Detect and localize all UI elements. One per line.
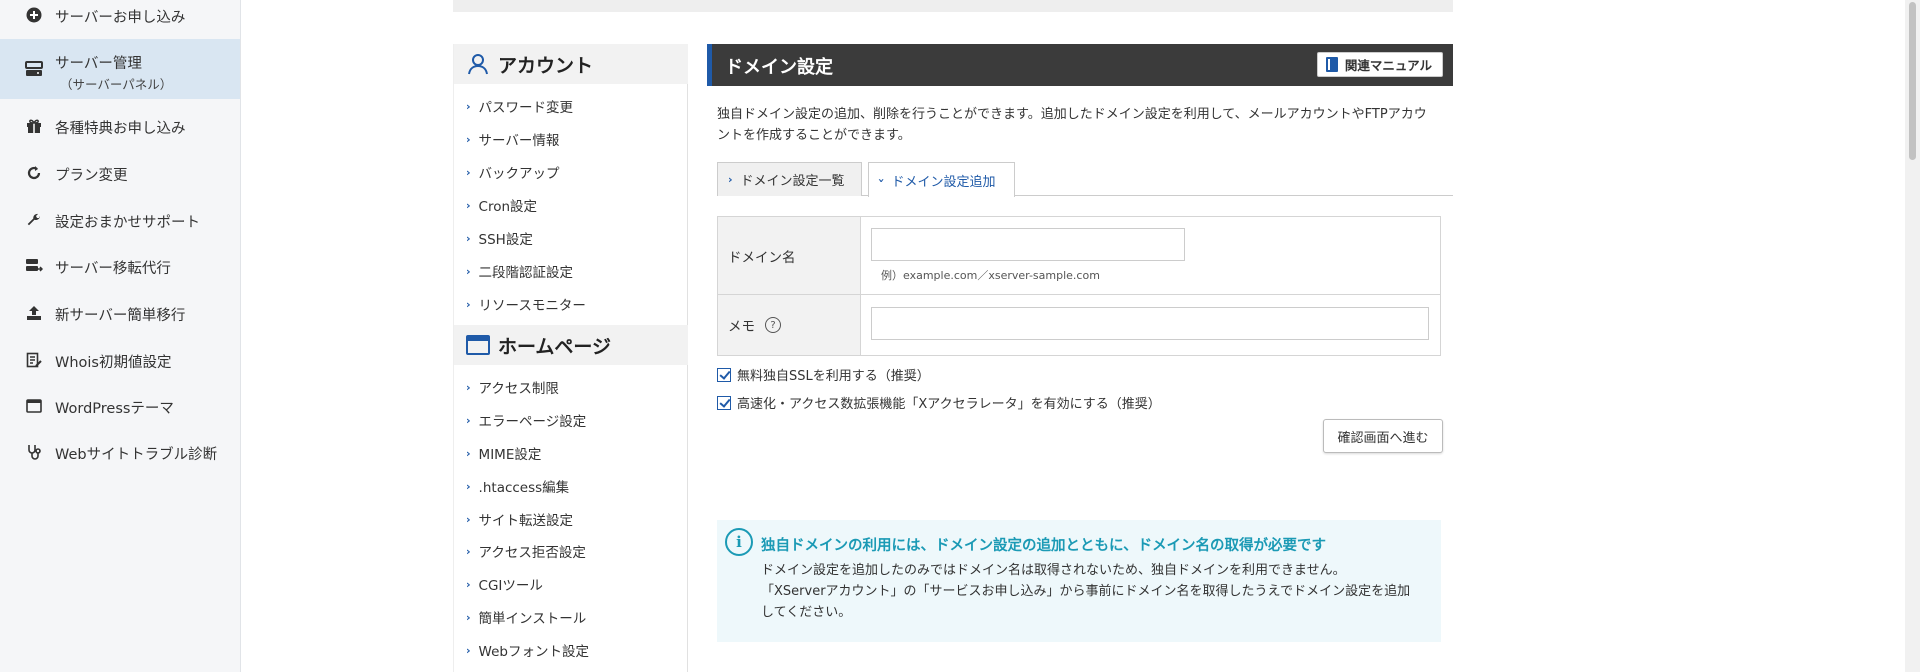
domain-add-form: ドメイン名 例）example.com／xserver-sample.com メ…	[717, 216, 1441, 356]
tab-domain-list[interactable]: › ドメイン設定一覧	[717, 162, 862, 196]
nav-item-whois[interactable]: Whois初期値設定	[0, 348, 240, 372]
nav-item-server-management[interactable]: サーバー管理 （サーバーパネル）	[0, 39, 240, 99]
server-icon	[25, 60, 43, 78]
memo-input[interactable]	[871, 307, 1429, 340]
tab-domain-add[interactable]: › ドメイン設定追加	[868, 162, 1015, 197]
page-scrollbar[interactable]	[1905, 0, 1920, 672]
menu-link-access-restriction[interactable]: › アクセス制限	[466, 377, 559, 398]
left-navigation: サーバーお申し込み サーバー管理 （サーバーパネル） 各種特典お申し込み プラン…	[0, 0, 241, 672]
menu-link-cron[interactable]: › Cron設定	[466, 195, 537, 216]
nav-label: サーバー移転代行	[55, 261, 171, 277]
menu-link-site-redirect[interactable]: › サイト転送設定	[466, 509, 573, 530]
related-manual-label: 関連マニュアル	[1344, 58, 1432, 73]
intro-line: 独自ドメイン設定の追加、削除を行うことができます。追加したドメイン設定を利用して…	[717, 107, 1427, 122]
nav-label: Whois初期値設定	[55, 355, 172, 371]
notice-line: してください。	[761, 605, 852, 620]
domain-example: 例）example.com／xserver-sample.com	[881, 269, 1100, 282]
menu-link-web-font[interactable]: › Webフォント設定	[466, 640, 589, 661]
form-row-domain: ドメイン名 例）example.com／xserver-sample.com	[718, 217, 1440, 295]
menu-link-mime[interactable]: › MIME設定	[466, 443, 541, 464]
stethoscope-icon	[25, 443, 43, 461]
section-header-homepage: ホームページ	[454, 325, 688, 365]
plus-circle-icon	[25, 6, 43, 24]
memo-label: メモ	[728, 319, 755, 335]
browser-window-icon	[466, 333, 490, 357]
accelerator-checkbox-label: 高速化・アクセス数拡張機能「Xアクセラレータ」を有効にする（推奨）	[737, 397, 1161, 412]
menu-link-easy-install[interactable]: › 簡単インストール	[466, 607, 586, 628]
nav-label: Webサイトトラブル診断	[55, 447, 218, 463]
domain-input[interactable]	[871, 228, 1185, 261]
nav-item-wordpress-theme[interactable]: WordPressテーマ	[0, 394, 240, 418]
domain-label: ドメイン名	[718, 217, 861, 294]
notice-body: ドメイン設定を追加したのみではドメイン名は取得されないため、独自ドメインを利用で…	[761, 560, 1433, 623]
nav-item-benefits[interactable]: 各種特典お申し込み	[0, 114, 240, 138]
nav-item-server-transfer[interactable]: サーバー移転代行	[0, 254, 240, 278]
domain-notice-box: i 独自ドメインの利用には、ドメイン設定の追加とともに、ドメイン名の取得が必要で…	[717, 520, 1441, 642]
page-title-bar: ドメイン設定 関連マニュアル	[707, 44, 1453, 86]
nav-item-plan-change[interactable]: プラン変更	[0, 161, 240, 185]
related-manual-button[interactable]: 関連マニュアル	[1316, 52, 1443, 77]
section-title: ホームページ	[498, 335, 612, 358]
intro-line: ントを作成することができます。	[717, 128, 911, 143]
help-icon[interactable]: ?	[765, 317, 781, 333]
upload-icon	[25, 304, 43, 322]
notice-line: ドメイン設定を追加したのみではドメイン名は取得されないため、独自ドメインを利用で…	[761, 563, 1346, 578]
accelerator-checkbox[interactable]	[717, 395, 731, 410]
menu-link-cgi-tools[interactable]: › CGIツール	[466, 574, 543, 595]
nav-label: 各種特典お申し込み	[55, 121, 186, 137]
nav-item-server-apply[interactable]: サーバーお申し込み	[0, 0, 240, 30]
page-title: ドメイン設定	[725, 57, 833, 78]
section-title: アカウント	[498, 54, 594, 77]
refresh-icon	[25, 164, 43, 182]
book-icon	[1325, 57, 1338, 72]
section-header-account: アカウント	[454, 44, 688, 84]
form-row-memo: メモ ?	[718, 295, 1440, 355]
menu-link-server-info[interactable]: › サーバー情報	[466, 129, 559, 150]
chevron-down-icon: ›	[874, 177, 888, 183]
menu-link-resource-monitor[interactable]: › リソースモニター	[466, 294, 586, 315]
menu-link-password[interactable]: › パスワード変更	[466, 96, 573, 117]
browser-window-icon	[25, 397, 43, 415]
nav-item-setup-support[interactable]: 設定おまかせサポート	[0, 208, 240, 232]
ssl-checkbox-label: 無料独自SSLを利用する（推奨）	[737, 369, 930, 384]
menu-link-2fa[interactable]: › 二段階認証設定	[466, 261, 573, 282]
notice-line: 「XServerアカウント」の「サービスお申し込み」から事前にドメイン名を取得し…	[761, 584, 1411, 599]
chevron-right-icon: ›	[728, 173, 733, 186]
menu-link-error-page[interactable]: › エラーページ設定	[466, 410, 586, 431]
nav-label: サーバー管理	[55, 56, 142, 72]
ssl-checkbox-row[interactable]: 無料独自SSLを利用する（推奨）	[717, 365, 930, 384]
intro-text: 独自ドメイン設定の追加、削除を行うことができます。追加したドメイン設定を利用して…	[717, 104, 1447, 146]
menu-link-backup[interactable]: › バックアップ	[466, 162, 560, 183]
nav-label: 新サーバー簡単移行	[55, 308, 186, 324]
memo-label-cell: メモ ?	[718, 295, 861, 355]
notice-title: 独自ドメインの利用には、ドメイン設定の追加とともに、ドメイン名の取得が必要です	[761, 538, 1327, 554]
nav-label: WordPressテーマ	[55, 401, 174, 417]
nav-label: サーバーお申し込み	[55, 10, 186, 26]
ssl-checkbox[interactable]	[717, 367, 731, 382]
nav-item-easy-migration[interactable]: 新サーバー簡単移行	[0, 301, 240, 325]
menu-link-ssh[interactable]: › SSH設定	[466, 228, 533, 249]
nav-label: プラン変更	[55, 168, 128, 184]
nav-item-site-diagnosis[interactable]: Webサイトトラブル診断	[0, 440, 240, 464]
menu-link-htaccess[interactable]: › .htaccess編集	[466, 476, 569, 497]
user-icon	[466, 52, 490, 76]
server-panel-menu: アカウント › パスワード変更 › サーバー情報 › バックアップ › Cron設定 ›…	[453, 44, 688, 672]
tab-bar: › ドメイン設定一覧 › ドメイン設定追加	[717, 162, 1453, 197]
document-edit-icon	[25, 351, 43, 369]
gift-icon	[25, 117, 43, 135]
scrollbar-thumb[interactable]	[1909, 2, 1916, 160]
confirm-button[interactable]: 確認画面へ進む	[1323, 419, 1443, 453]
top-strip	[453, 0, 1453, 12]
nav-label: 設定おまかせサポート	[55, 215, 200, 231]
accelerator-checkbox-row[interactable]: 高速化・アクセス数拡張機能「Xアクセラレータ」を有効にする（推奨）	[717, 393, 1161, 412]
server-transfer-icon	[25, 257, 43, 275]
wrench-icon	[25, 211, 43, 229]
info-icon: i	[725, 528, 753, 556]
nav-sublabel: （サーバーパネル）	[60, 77, 173, 92]
menu-link-access-deny[interactable]: › アクセス拒否設定	[466, 541, 586, 562]
